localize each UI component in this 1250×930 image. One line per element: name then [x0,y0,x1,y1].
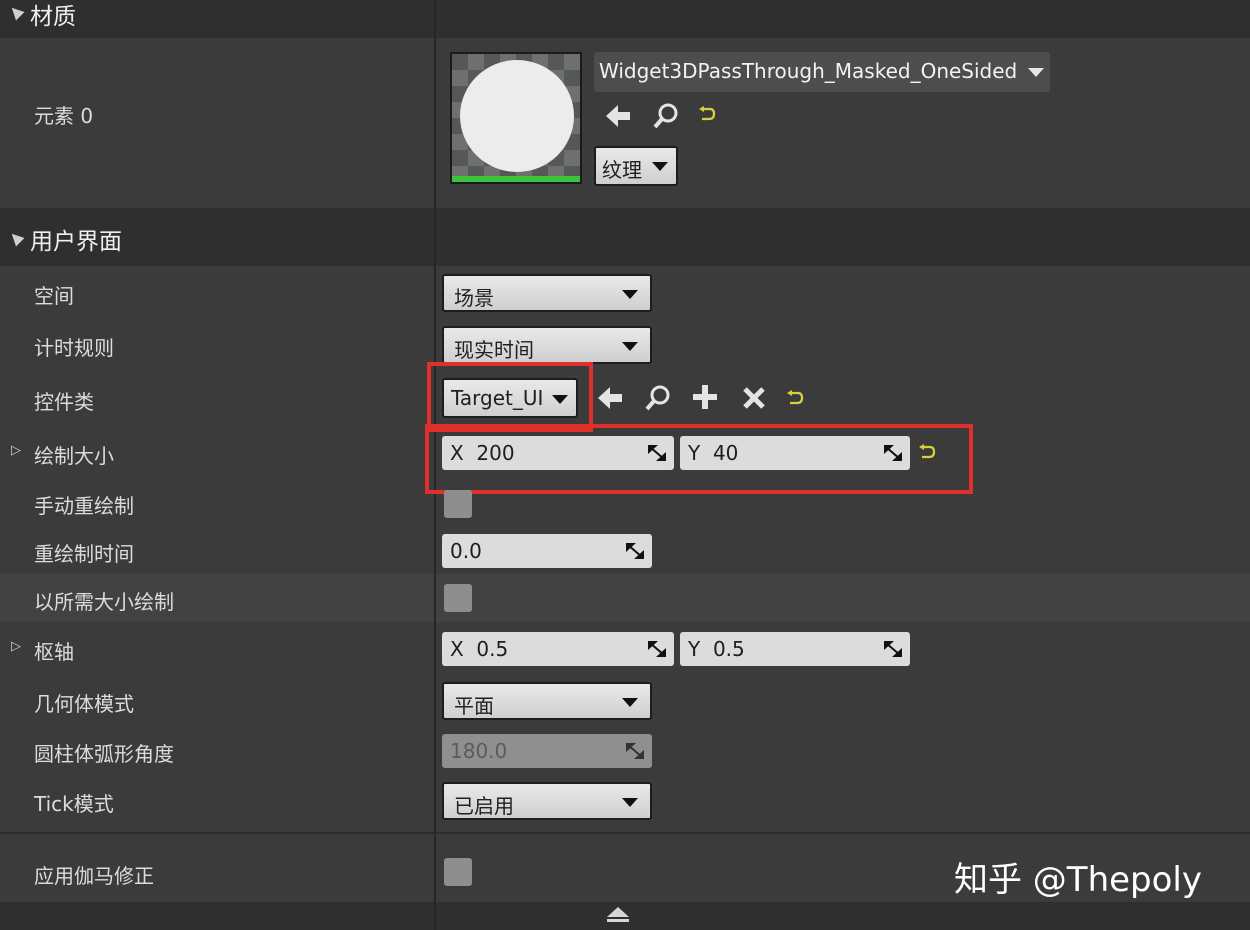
add-icon[interactable] [692,384,718,410]
pivot-x-field[interactable]: X 0.5 [442,632,674,666]
category-title-material: 材质 [30,4,76,30]
geometry-mode-value: 平面 [454,694,494,718]
category-title-user-interface: 用户界面 [30,229,122,255]
watermark-text: 知乎 @Thepoly [954,860,1202,900]
geometry-mode-label: 几何体模式 [34,692,134,716]
reset-to-default-icon[interactable] [786,390,804,408]
pivot-y-value: Y 0.5 [688,637,745,661]
category-header-user-interface[interactable] [0,208,1250,266]
draw-at-desired-size-checkbox[interactable] [444,584,472,612]
cylinder-arc-angle-label: 圆柱体弧形角度 [34,742,174,766]
drag-resize-icon[interactable] [884,641,902,657]
x-axis-label: X [450,637,464,661]
use-selected-arrow-icon[interactable] [604,102,632,130]
redraw-time-value: 0.0 [450,539,482,563]
tick-mode-dropdown[interactable]: 已启用 [442,782,652,820]
material-type-bar [452,176,580,182]
element-0-label: 元素 0 [34,104,94,128]
space-label: 空间 [34,284,74,308]
material-asset-combo[interactable]: Widget3DPassThrough_Masked_OneSided [594,52,1050,92]
chevron-down-icon [622,342,638,351]
chevron-down-icon [622,698,638,707]
redraw-time-field[interactable]: 0.0 [442,534,652,568]
highlight-box-draw-size [425,424,973,494]
tick-mode-label: Tick模式 [34,792,114,816]
pivot-label: 枢轴 [34,640,74,664]
cylinder-arc-angle-value: 180.0 [450,739,508,763]
sphere-preview [460,60,574,172]
cylinder-arc-angle-field: 180.0 [442,734,652,768]
manual-redraw-checkbox[interactable] [444,490,472,518]
chevron-down-icon [622,290,638,299]
collapsed-arrow-icon[interactable]: ▷ [11,443,21,458]
pivot-x-value: X 0.5 [450,637,508,661]
geometry-mode-dropdown[interactable]: 平面 [442,682,652,720]
draw-size-label: 绘制大小 [34,444,114,468]
space-value: 场景 [454,286,494,310]
category-header-material[interactable] [0,0,1250,38]
chevron-down-icon [1028,68,1044,77]
pivot-y-field[interactable]: Y 0.5 [680,632,910,666]
draw-at-desired-size-label: 以所需大小绘制 [34,590,174,614]
tick-mode-value: 已启用 [454,794,514,818]
browse-search-icon[interactable] [652,102,680,130]
apply-gamma-correction-label: 应用伽马修正 [34,864,154,888]
material-name: Widget3DPassThrough_Masked_OneSided [599,59,1018,83]
manual-redraw-label: 手动重绘制 [34,494,134,518]
apply-gamma-correction-checkbox[interactable] [444,858,472,886]
use-selected-arrow-icon[interactable] [596,384,624,412]
chevron-down-icon [652,162,668,171]
timing-policy-value: 现实时间 [454,338,534,362]
collapsed-arrow-icon[interactable]: ▷ [11,639,21,654]
redraw-time-label: 重绘制时间 [34,542,134,566]
x-value: 0.5 [476,637,509,661]
chevron-down-icon [622,798,638,807]
rows-block-1 [0,266,1250,574]
texture-dropdown-button[interactable]: 纹理 [594,146,678,186]
y-axis-label: Y [688,637,701,661]
texture-button-label: 纹理 [602,158,642,182]
collapse-up-icon[interactable] [606,906,630,924]
reset-to-default-icon[interactable] [698,106,716,124]
row-draw-at-desired-size-bg [0,574,1250,622]
drag-resize-icon[interactable] [648,641,666,657]
timing-policy-dropdown[interactable]: 现实时间 [442,326,652,364]
browse-search-icon[interactable] [644,384,672,412]
widget-class-label: 控件类 [34,390,94,414]
material-thumbnail[interactable] [450,52,582,184]
space-dropdown[interactable]: 场景 [442,274,652,312]
highlight-box-widget-class [427,362,593,432]
drag-resize-icon[interactable] [626,543,644,559]
drag-resize-icon [626,743,644,759]
timing-policy-label: 计时规则 [34,336,114,360]
y-value: 0.5 [712,637,745,661]
clear-x-icon[interactable] [742,386,766,410]
